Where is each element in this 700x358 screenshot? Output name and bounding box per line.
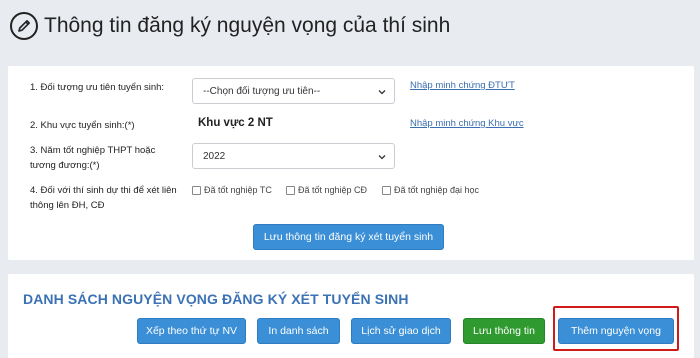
- checkbox-cd[interactable]: Đã tốt nghiệp CĐ: [286, 185, 367, 195]
- priority-select-value: --Chọn đối tượng ưu tiên--: [203, 85, 321, 97]
- page-header: Thông tin đăng ký nguyện vọng của thí si…: [0, 0, 700, 52]
- graduation-year-label: 3. Năm tốt nghiệp THPT hoặc tương đương:…: [30, 145, 156, 171]
- checkbox-box[interactable]: [382, 185, 391, 195]
- registration-form-card: 1. Đối tượng ưu tiên tuyển sinh: --Chọn …: [8, 66, 694, 260]
- checkbox-tc-label: Đã tốt nghiệp TC: [204, 185, 272, 195]
- edit-icon: [10, 12, 38, 40]
- transfer-label: 4. Đối với thí sinh dự thi để xét liên t…: [30, 185, 177, 211]
- region-value: Khu vực 2 NT: [198, 117, 273, 129]
- checkbox-cd-label: Đã tốt nghiệp CĐ: [298, 185, 368, 195]
- priority-evidence-link[interactable]: Nhập minh chứng ĐTƯT: [410, 80, 515, 91]
- sort-by-order-button[interactable]: Xếp theo thứ tự NV: [137, 318, 246, 344]
- checkbox-university-label: Đã tốt nghiệp đại học: [394, 185, 480, 195]
- region-evidence-link[interactable]: Nhập minh chứng Khu vực: [410, 118, 524, 129]
- page-title: Thông tin đăng ký nguyện vọng của thí si…: [44, 14, 451, 37]
- save-info-button[interactable]: Lưu thông tin: [463, 318, 545, 344]
- checkbox-box[interactable]: [192, 185, 201, 195]
- chevron-down-icon: [378, 155, 386, 160]
- transaction-history-button[interactable]: Lịch sử giao dịch: [351, 318, 451, 344]
- add-wish-highlight: [553, 306, 679, 351]
- wish-list-title: DANH SÁCH NGUYỆN VỌNG ĐĂNG KÝ XÉT TUYỂN …: [23, 291, 409, 307]
- checkbox-tc[interactable]: Đã tốt nghiệp TC: [192, 185, 272, 195]
- priority-label: 1. Đối tượng ưu tiên tuyển sinh:: [30, 82, 165, 93]
- wish-list-card: DANH SÁCH NGUYỆN VỌNG ĐĂNG KÝ XÉT TUYỂN …: [8, 274, 694, 358]
- print-list-button[interactable]: In danh sách: [257, 318, 340, 344]
- graduation-year-value: 2022: [203, 150, 226, 162]
- graduation-year-select[interactable]: 2022: [192, 143, 395, 169]
- checkbox-box[interactable]: [286, 185, 295, 195]
- chevron-down-icon: [378, 90, 386, 95]
- save-registration-button[interactable]: Lưu thông tin đăng ký xét tuyển sinh: [253, 224, 444, 250]
- region-label: 2. Khu vực tuyển sinh:(*): [30, 120, 135, 131]
- checkbox-university[interactable]: Đã tốt nghiệp đại học: [382, 185, 479, 195]
- priority-select[interactable]: --Chọn đối tượng ưu tiên--: [192, 78, 395, 104]
